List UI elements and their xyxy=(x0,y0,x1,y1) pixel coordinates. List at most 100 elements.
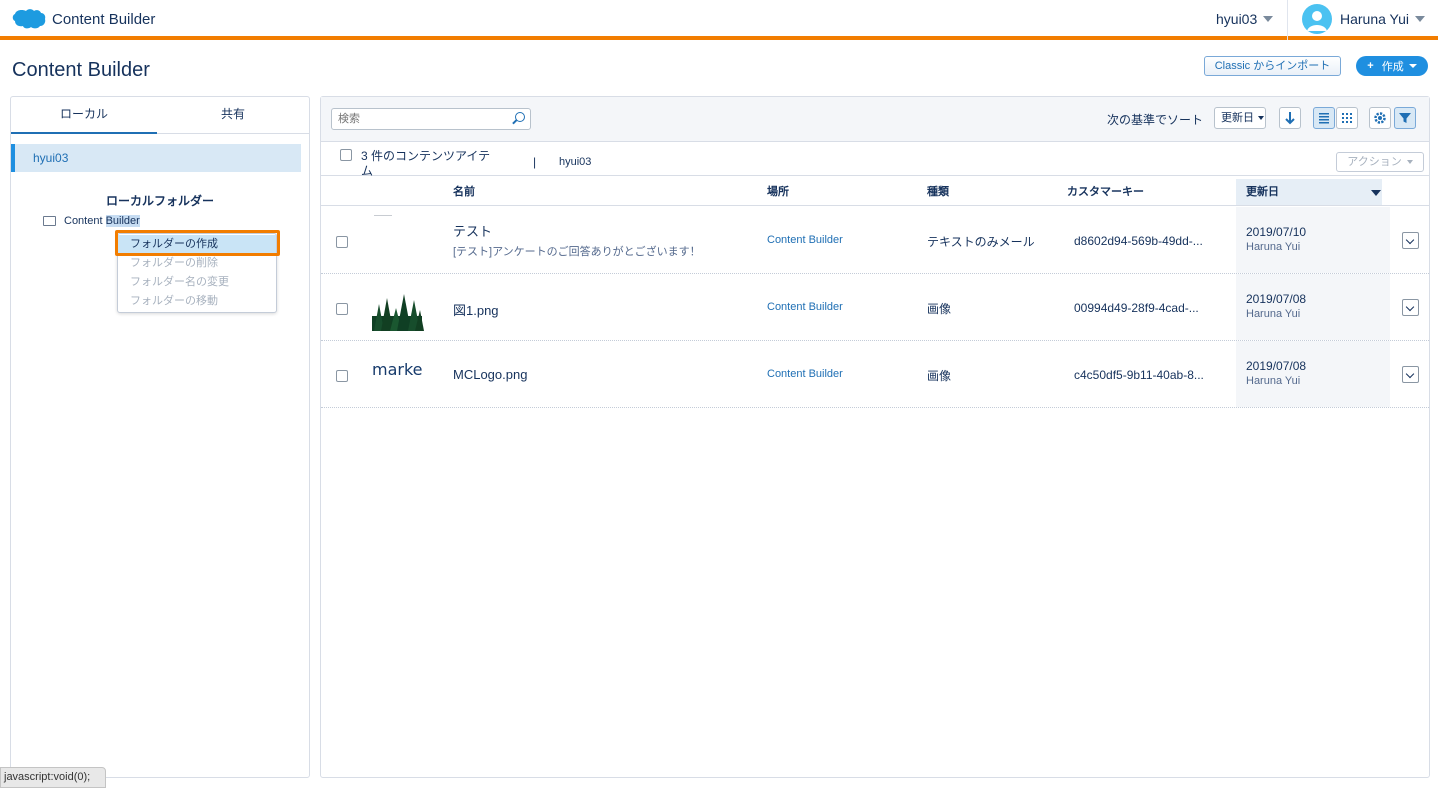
separator: | xyxy=(533,155,537,169)
item-subtitle: [テスト]アンケートのご回答ありがとございます！ xyxy=(453,246,701,258)
item-name[interactable]: 図1.png xyxy=(453,300,499,319)
menu-item-rename-folder[interactable]: フォルダー名の変更 xyxy=(118,273,276,292)
folder-icon xyxy=(43,216,56,226)
divider xyxy=(1287,0,1288,40)
item-date: 2019/07/10 xyxy=(1246,225,1307,239)
item-user: Haruna Yui xyxy=(1246,308,1301,320)
sort-value: 更新日 xyxy=(1221,112,1254,124)
table-row[interactable]: テスト [テスト]アンケートのご回答ありがとございます！ Content Bui… xyxy=(321,207,1429,274)
user-icon xyxy=(1307,11,1327,31)
column-name[interactable]: 名前 xyxy=(453,179,475,205)
sort-desc-icon xyxy=(1371,190,1381,196)
highlight-box xyxy=(115,230,280,256)
item-key: d8602d94-569b-49dd-... xyxy=(1074,234,1203,248)
status-url-tooltip: javascript:void(0); xyxy=(0,767,106,788)
date-cell-bg xyxy=(1236,341,1390,407)
chevron-down-icon xyxy=(1415,16,1426,22)
account-name: hyui03 xyxy=(1216,11,1258,27)
tree-item-content-builder[interactable]: Content Builder xyxy=(43,215,140,227)
tab-local[interactable]: ローカル xyxy=(11,97,157,134)
gear-icon xyxy=(1374,112,1386,124)
item-location[interactable]: Content Builder xyxy=(767,234,843,246)
account-switcher[interactable]: hyui03 xyxy=(1216,11,1274,27)
tree-item-label-prefix: Content xyxy=(64,215,106,227)
filter-button[interactable] xyxy=(1394,107,1416,129)
table-row[interactable]: 図1.png Content Builder 画像 00994d49-28f9-… xyxy=(321,274,1429,341)
item-key: c4c50df5-9b11-40ab-8... xyxy=(1074,368,1204,382)
menu-item-delete-folder[interactable]: フォルダーの削除 xyxy=(118,254,276,273)
row-menu-button[interactable] xyxy=(1402,299,1419,316)
item-location[interactable]: Content Builder xyxy=(767,368,843,380)
row-checkbox[interactable] xyxy=(336,370,348,382)
item-key: 00994d49-28f9-4cad-... xyxy=(1074,301,1199,315)
column-location[interactable]: 場所 xyxy=(767,179,789,205)
action-button[interactable]: アクション xyxy=(1336,152,1424,172)
import-from-classic-button[interactable]: Classic からインポート xyxy=(1204,56,1341,76)
folder-tabs: ローカル 共有 xyxy=(11,97,309,134)
sort-select[interactable]: 更新日 xyxy=(1214,107,1266,129)
item-user: Haruna Yui xyxy=(1246,241,1301,253)
item-date: 2019/07/08 xyxy=(1246,292,1307,306)
date-cell-bg xyxy=(1236,274,1390,340)
row-checkbox[interactable] xyxy=(336,236,348,248)
item-count: 3 件のコンテンツアイテム xyxy=(361,149,491,178)
table-header: 名前 場所 種類 カスタマーキー 更新日 xyxy=(321,179,1429,206)
search-icon[interactable] xyxy=(515,112,525,122)
app-title: Content Builder xyxy=(52,10,156,28)
date-cell-bg xyxy=(1236,207,1390,273)
toolbar: 次の基準でソート 更新日 xyxy=(321,97,1429,142)
trees-thumbnail xyxy=(372,294,424,331)
select-all-checkbox[interactable] xyxy=(340,149,352,161)
profile-name: Haruna Yui xyxy=(1340,11,1410,27)
email-thumbnail xyxy=(371,215,425,265)
chevron-down-icon xyxy=(1263,16,1274,22)
list-view-button[interactable] xyxy=(1313,107,1335,129)
page-title: Content Builder xyxy=(12,59,150,81)
create-label: 作成 xyxy=(1381,61,1404,73)
local-folders-heading: ローカルフォルダー xyxy=(105,194,214,208)
column-modified[interactable]: 更新日 xyxy=(1246,179,1279,205)
create-button[interactable]: + 作成 xyxy=(1356,56,1428,76)
grid-view-button[interactable] xyxy=(1336,107,1358,129)
row-menu-button[interactable] xyxy=(1402,366,1419,383)
chevron-down-icon xyxy=(1408,64,1417,68)
arrow-down-icon xyxy=(1285,112,1295,125)
chevron-down-icon xyxy=(1258,116,1264,121)
item-date: 2019/07/08 xyxy=(1246,359,1307,373)
folder-panel: ローカル 共有 hyui03 ローカルフォルダー Content Builder… xyxy=(10,96,310,778)
plus-icon: + xyxy=(1367,60,1374,72)
avatar xyxy=(1302,4,1332,34)
item-name[interactable]: テスト xyxy=(453,221,492,240)
filter-icon xyxy=(1399,113,1411,123)
list-icon xyxy=(1319,113,1329,124)
row-menu-button[interactable] xyxy=(1402,232,1419,249)
item-type: 画像 xyxy=(927,369,952,383)
grid-icon xyxy=(1342,113,1352,123)
menu-item-move-folder[interactable]: フォルダーの移動 xyxy=(118,292,276,311)
tree-item-label-selected: Builder xyxy=(105,215,140,227)
logo-thumbnail: marke xyxy=(371,349,425,399)
item-location[interactable]: Content Builder xyxy=(767,301,843,313)
sort-direction-button[interactable] xyxy=(1279,107,1301,129)
column-type[interactable]: 種類 xyxy=(927,179,949,205)
item-type: テキストのみメール xyxy=(927,235,1035,249)
user-folder[interactable]: hyui03 xyxy=(11,144,301,172)
sort-label: 次の基準でソート xyxy=(1107,113,1204,127)
item-type: 画像 xyxy=(927,302,952,316)
table-row[interactable]: marke MCLogo.png Content Builder 画像 c4c5… xyxy=(321,341,1429,408)
tab-shared[interactable]: 共有 xyxy=(157,97,309,134)
settings-button[interactable] xyxy=(1369,107,1391,129)
action-label: アクション xyxy=(1347,156,1402,168)
row-checkbox[interactable] xyxy=(336,303,348,315)
logo-thumbnail-text: marke xyxy=(372,360,423,379)
brand[interactable]: Content Builder xyxy=(12,8,155,30)
breadcrumb[interactable]: hyui03 xyxy=(559,156,591,168)
item-user: Haruna Yui xyxy=(1246,375,1301,387)
search-input[interactable] xyxy=(331,108,531,130)
column-customer-key[interactable]: カスタマーキー xyxy=(1067,179,1144,205)
chevron-down-icon xyxy=(1406,160,1413,165)
item-name[interactable]: MCLogo.png xyxy=(453,367,527,382)
top-bar: Content Builder hyui03 Haruna Yui xyxy=(0,0,1438,40)
salesforce-cloud-icon xyxy=(12,9,46,29)
profile-menu[interactable]: Haruna Yui xyxy=(1302,4,1426,34)
